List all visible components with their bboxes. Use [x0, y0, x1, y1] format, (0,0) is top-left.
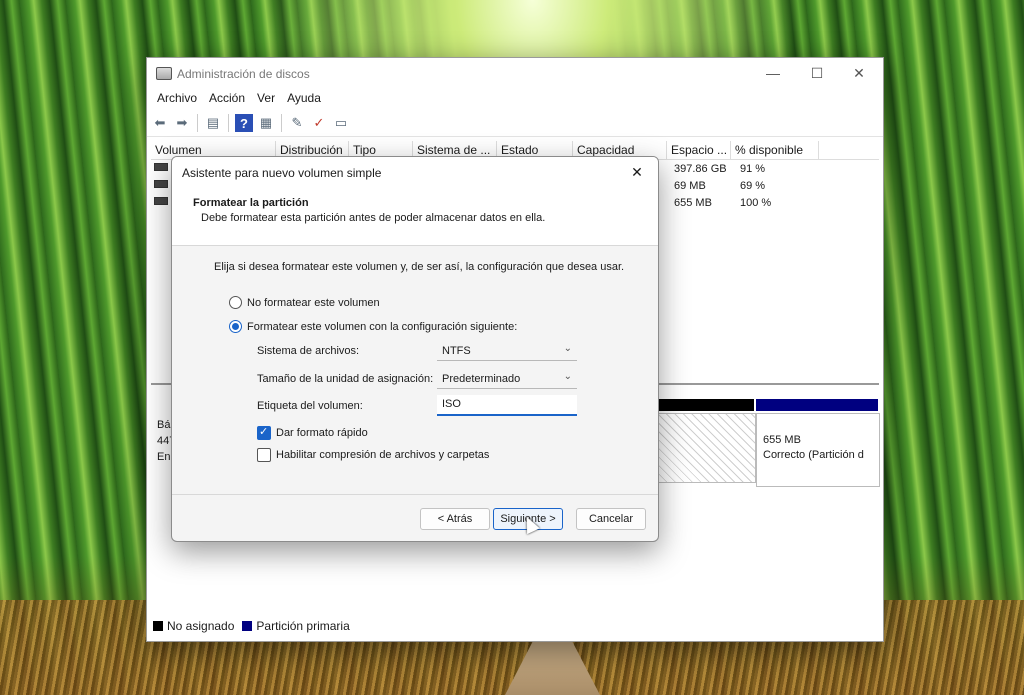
- menu-accion[interactable]: Acción: [203, 88, 251, 110]
- unallocated-swatch: [153, 621, 163, 631]
- minimize-button[interactable]: —: [751, 62, 795, 84]
- volume-pct: 69 %: [740, 180, 766, 192]
- legend-primary: Partición primaria: [242, 619, 350, 633]
- connect-icon[interactable]: ✎: [288, 114, 306, 132]
- unallocated-partition[interactable]: [658, 413, 756, 483]
- toolbar-separator: [281, 114, 282, 132]
- toolbar: ⬅ ➡ ▤ ? ▦ ✎ ✓ ▭: [147, 110, 883, 137]
- back-arrow-icon[interactable]: ⬅: [151, 114, 169, 132]
- back-button[interactable]: < Atrás: [420, 508, 490, 530]
- dialog-header: Formatear la partición Debe formatear es…: [172, 187, 658, 246]
- radio-no-format[interactable]: No formatear este volumen: [229, 296, 380, 309]
- chevron-down-icon: ⌄: [563, 371, 572, 382]
- legend-primary-label: Partición primaria: [256, 619, 350, 633]
- partition-size: 655 MB: [763, 434, 801, 446]
- menu-bar: Archivo Acción Ver Ayuda: [147, 88, 883, 110]
- col-disponible[interactable]: % disponible: [731, 141, 819, 159]
- check-icon[interactable]: ✓: [310, 114, 328, 132]
- toolbar-separator: [197, 114, 198, 132]
- legend: No asignado Partición primaria: [153, 619, 350, 633]
- primary-partition-bar: [756, 399, 878, 411]
- intro-text: Elija si desea formatear este volumen y,…: [214, 261, 625, 273]
- volume-label-input[interactable]: ISO: [437, 395, 577, 416]
- primary-swatch: [242, 621, 253, 631]
- volume-icon: [154, 197, 168, 205]
- maximize-button[interactable]: ☐: [795, 62, 839, 84]
- chevron-down-icon: ⌄: [563, 343, 572, 354]
- window-title: Administración de discos: [177, 67, 310, 81]
- allocation-unit-value: Predeterminado: [442, 373, 521, 385]
- dialog-title: Asistente para nuevo volumen simple: [182, 166, 382, 180]
- volume-icon: [154, 163, 168, 171]
- menu-archivo[interactable]: Archivo: [151, 88, 203, 110]
- step-subheading: Debe formatear esta partición antes de p…: [201, 212, 546, 224]
- volume-pct: 91 %: [740, 163, 766, 175]
- show-hide-console-tree-icon[interactable]: ▤: [204, 114, 222, 132]
- checkbox-label: Dar formato rápido: [276, 427, 368, 439]
- volume-label-label: Etiqueta del volumen:: [257, 400, 363, 412]
- radio-button[interactable]: [229, 296, 242, 309]
- unallocated-bar: [658, 399, 754, 411]
- legend-unallocated-label: No asignado: [167, 619, 235, 633]
- volume-label-value: ISO: [442, 398, 461, 410]
- primary-partition[interactable]: 655 MB Correcto (Partición d: [756, 413, 880, 487]
- volume-free: 397.86 GB: [674, 163, 727, 175]
- dialog-body: Elija si desea formatear este volumen y,…: [172, 246, 658, 496]
- legend-unallocated: No asignado: [153, 619, 234, 633]
- partition-state: Correcto (Partición d: [763, 449, 864, 461]
- volume-icon: [154, 180, 168, 188]
- dialog-title-bar: Asistente para nuevo volumen simple ✕: [172, 157, 658, 187]
- toolbar-separator: [228, 114, 229, 132]
- volume-free: 655 MB: [674, 197, 712, 209]
- help-icon[interactable]: ?: [235, 114, 253, 132]
- radio-label: No formatear este volumen: [247, 296, 380, 309]
- properties-icon[interactable]: ▦: [257, 114, 275, 132]
- file-system-label: Sistema de archivos:: [257, 345, 360, 357]
- file-system-value: NTFS: [442, 345, 471, 357]
- cancel-button[interactable]: Cancelar: [576, 508, 646, 530]
- menu-ayuda[interactable]: Ayuda: [281, 88, 327, 110]
- col-espacio[interactable]: Espacio ...: [667, 141, 731, 159]
- close-icon[interactable]: ✕: [624, 161, 650, 183]
- checkbox-label: Habilitar compresión de archivos y carpe…: [276, 449, 490, 461]
- forward-arrow-icon[interactable]: ➡: [173, 114, 191, 132]
- radio-button-selected[interactable]: [229, 320, 242, 333]
- radio-label: Formatear este volumen con la configurac…: [247, 320, 518, 333]
- allocation-unit-label: Tamaño de la unidad de asignación:: [257, 373, 434, 385]
- quick-format-checkbox[interactable]: Dar formato rápido: [257, 425, 368, 440]
- file-system-dropdown[interactable]: NTFS ⌄: [437, 342, 577, 361]
- disk-management-icon: [156, 67, 172, 80]
- checkbox-unchecked[interactable]: [257, 448, 271, 462]
- step-heading: Formatear la partición: [193, 197, 309, 209]
- checkbox-checked[interactable]: [257, 425, 271, 440]
- volume-free: 69 MB: [674, 180, 706, 192]
- allocation-unit-dropdown[interactable]: Predeterminado ⌄: [437, 370, 577, 389]
- title-bar: Administración de discos — ☐ ✕: [147, 58, 883, 88]
- new-simple-volume-wizard: Asistente para nuevo volumen simple ✕ Fo…: [171, 156, 659, 542]
- close-button[interactable]: ✕: [837, 62, 881, 84]
- compression-checkbox[interactable]: Habilitar compresión de archivos y carpe…: [257, 448, 489, 462]
- window-icon[interactable]: ▭: [332, 114, 350, 132]
- dialog-footer: < Atrás Siguiente > Cancelar: [172, 494, 658, 541]
- radio-format[interactable]: Formatear este volumen con la configurac…: [229, 320, 517, 333]
- volume-pct: 100 %: [740, 197, 772, 209]
- menu-ver[interactable]: Ver: [251, 88, 281, 110]
